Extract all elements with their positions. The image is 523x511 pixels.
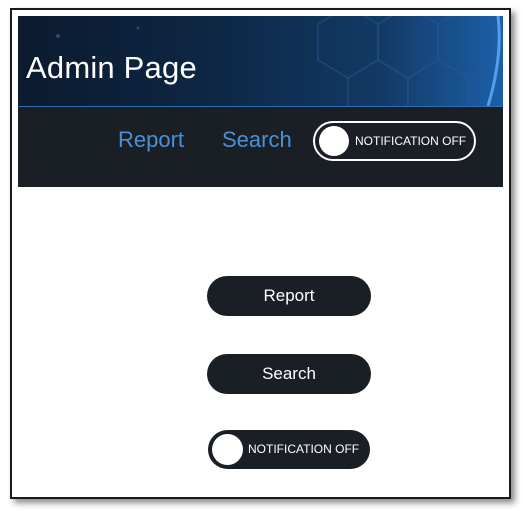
nav-notification-toggle[interactable]: NOTIFICATION OFF — [313, 121, 476, 161]
toggle-label: NOTIFICATION OFF — [248, 442, 360, 456]
top-navbar: Report Search NOTIFICATION OFF — [18, 106, 503, 187]
toggle-label: NOTIFICATION OFF — [355, 134, 467, 148]
search-button[interactable]: Search — [207, 354, 371, 394]
nav-link-report[interactable]: Report — [118, 127, 184, 153]
report-button[interactable]: Report — [207, 276, 371, 316]
notification-toggle[interactable]: NOTIFICATION OFF — [208, 430, 370, 469]
toggle-knob — [319, 126, 349, 156]
header-banner: Admin Page — [18, 16, 503, 106]
page-title: Admin Page — [26, 50, 197, 85]
nav-link-search[interactable]: Search — [222, 127, 292, 153]
toggle-knob — [212, 434, 243, 465]
app-window: Admin Page Report Search NOTIFICATION OF… — [10, 8, 511, 499]
